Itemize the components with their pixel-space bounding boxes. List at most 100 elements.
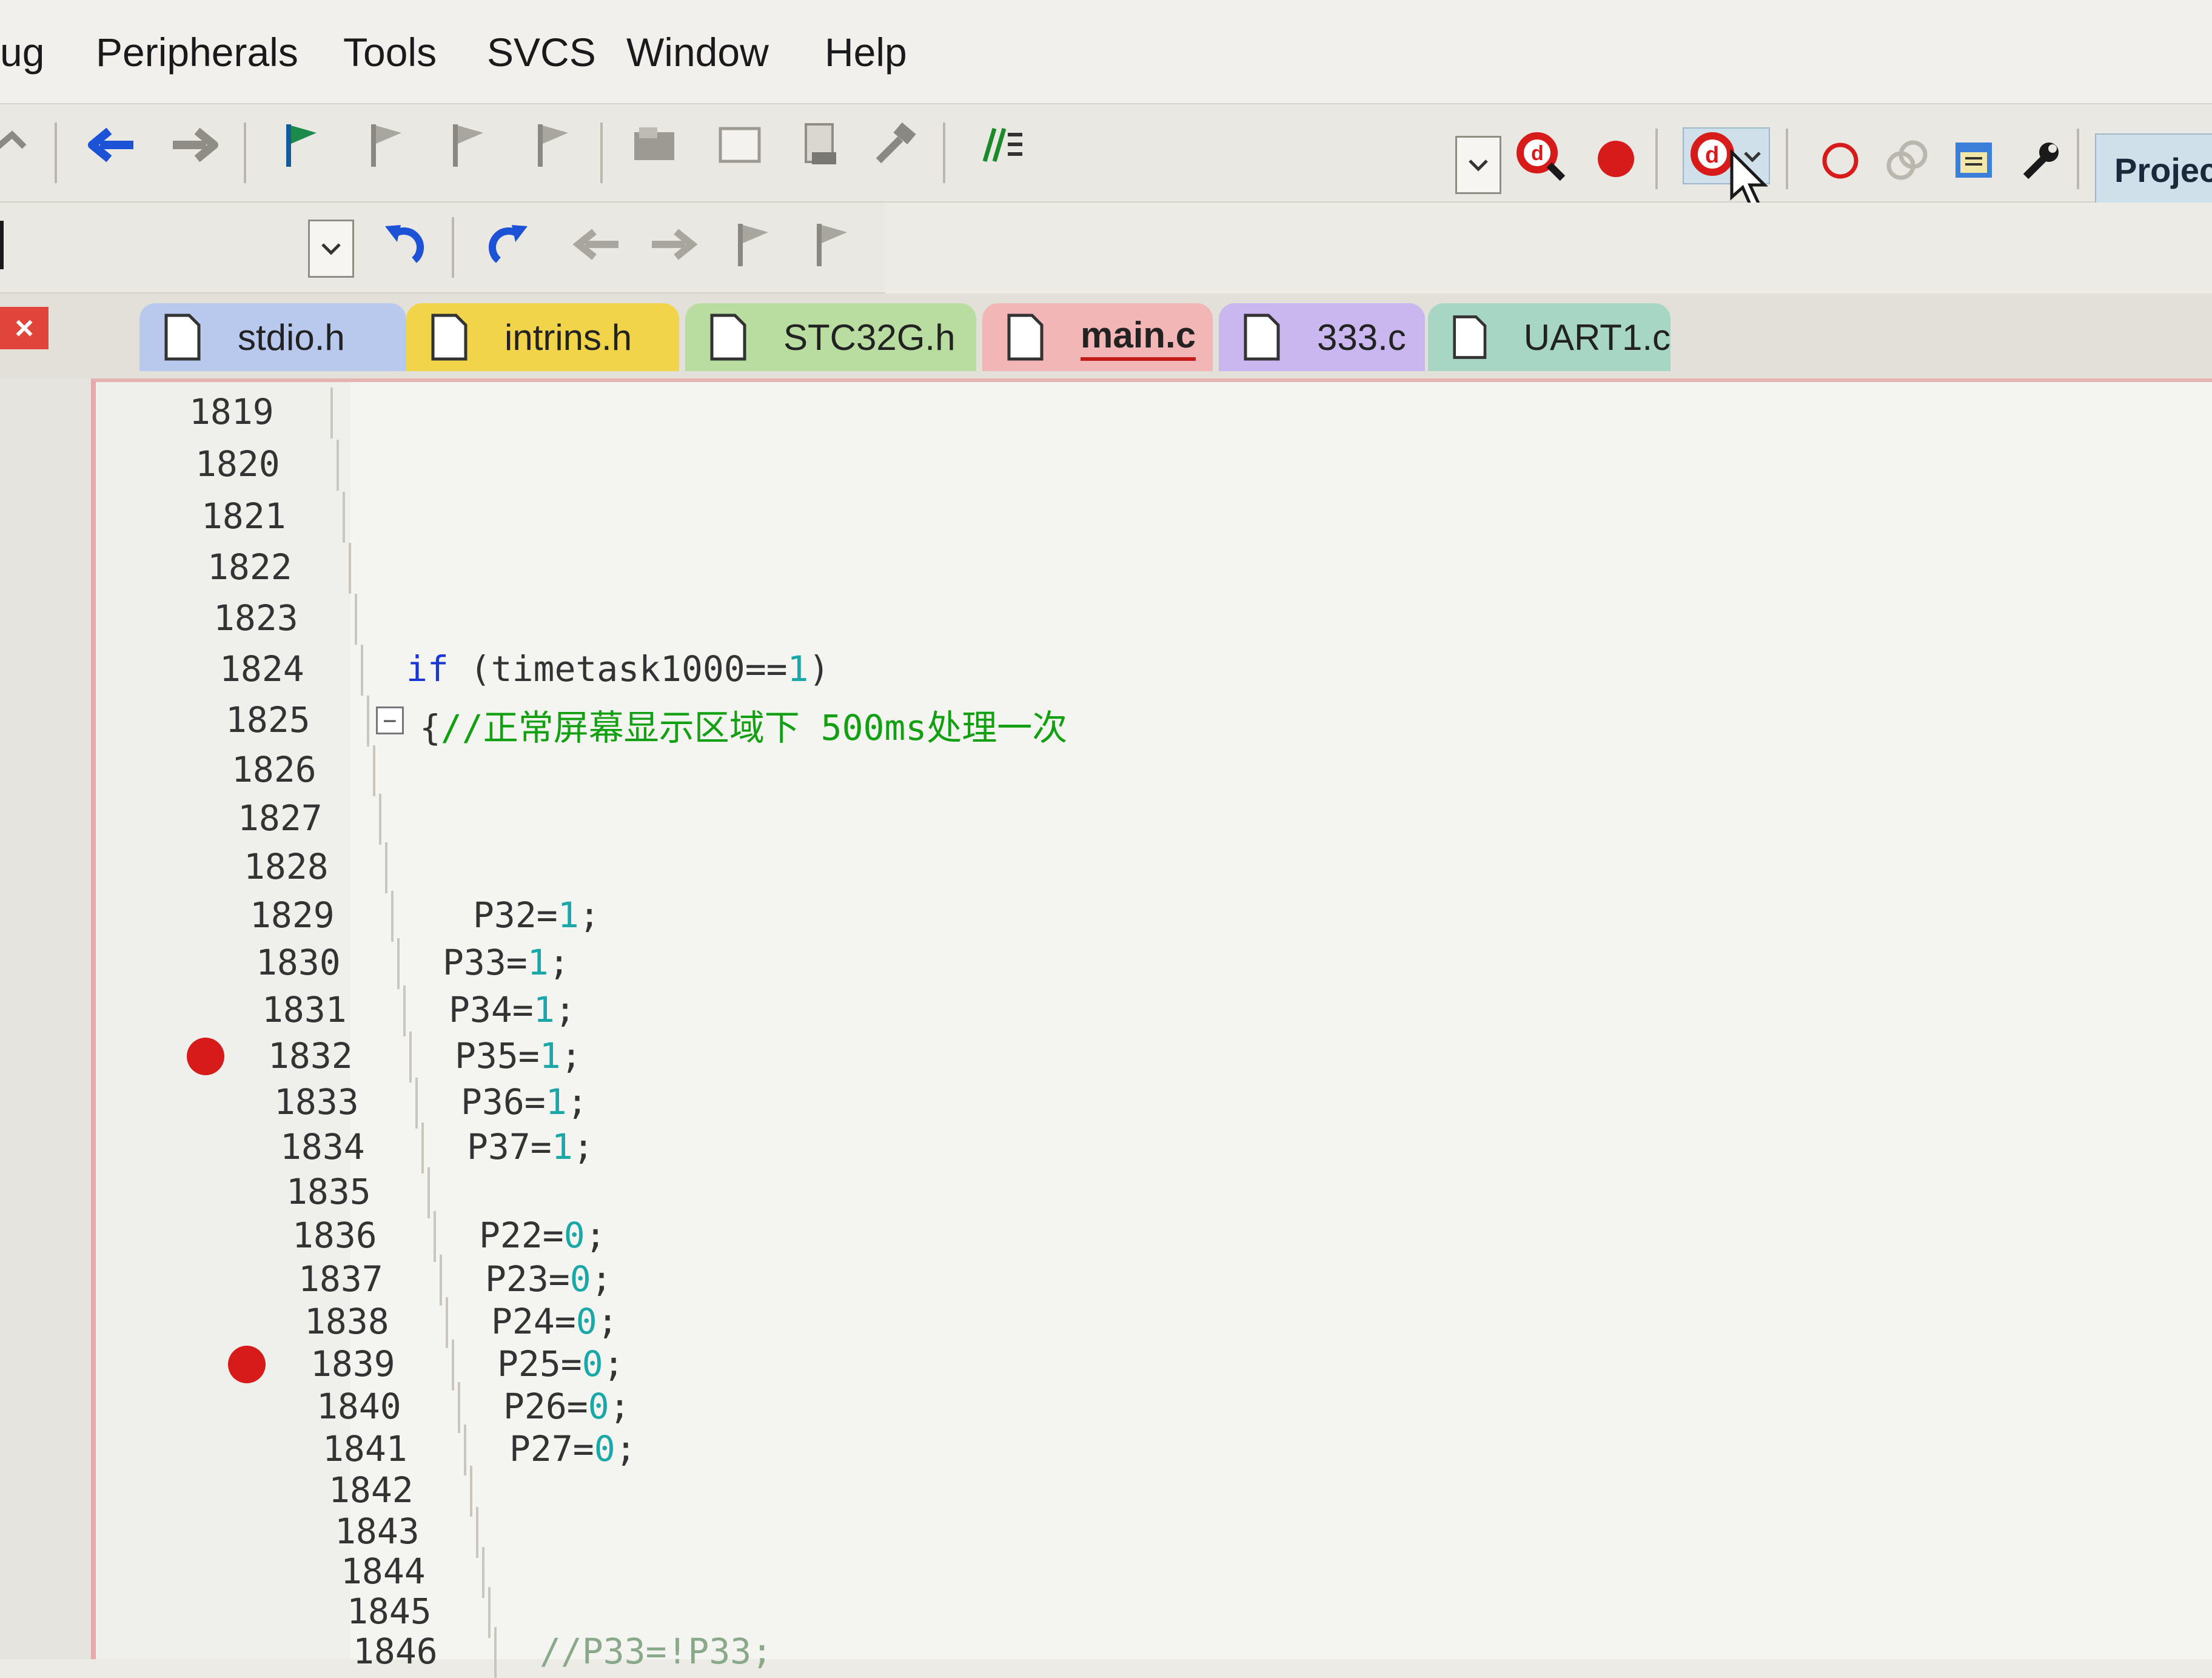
next-position-icon[interactable] <box>646 217 700 272</box>
line-number: 1836 <box>292 1215 377 1256</box>
line-number: 1819 <box>189 391 274 432</box>
indent-lines-icon[interactable] <box>973 118 1028 172</box>
bookmark-next-2-icon[interactable] <box>803 217 858 272</box>
toolbar-separator <box>452 217 454 278</box>
tab-intrins-h[interactable]: intrins.h <box>406 303 679 371</box>
code-line[interactable]: P37=1; <box>467 1126 594 1167</box>
code-line[interactable]: P35=1; <box>455 1035 582 1076</box>
tab-stc32g-h[interactable]: STC32G.h <box>685 303 976 371</box>
assign-value: 1 <box>545 1081 567 1123</box>
tab-label: UART1.c <box>1523 317 1671 358</box>
line-number: 1821 <box>201 495 286 537</box>
svg-text:d: d <box>1531 142 1544 165</box>
find-dropdown[interactable] <box>308 220 354 278</box>
assign-value: 0 <box>581 1343 603 1384</box>
tab-uart1-c[interactable]: UART1.c <box>1428 303 1671 371</box>
fold-toggle-icon[interactable]: − <box>376 706 404 734</box>
tab-333-c[interactable]: 333.c <box>1219 303 1425 371</box>
line-number: 1832 <box>268 1035 353 1076</box>
line-number: 1826 <box>232 749 317 790</box>
prev-position-icon[interactable] <box>570 217 625 272</box>
gutter-separator <box>421 1123 424 1173</box>
code-line[interactable]: if (timetask1000==1) <box>406 648 830 690</box>
statement-end: ; <box>597 1301 618 1342</box>
condition-text: (timetask1000== <box>448 648 788 690</box>
code-line[interactable]: //P33=!P33; <box>540 1631 773 1672</box>
bookmark-next-icon[interactable] <box>440 118 494 172</box>
tab-main-c[interactable]: main.c <box>982 303 1213 371</box>
navigate-forward-icon[interactable] <box>167 118 221 172</box>
bookmark-clear-icon[interactable] <box>525 118 579 172</box>
code-line[interactable]: P26=0; <box>503 1386 631 1427</box>
document-icon[interactable] <box>791 118 846 172</box>
bookmark-prev-icon[interactable] <box>358 118 412 172</box>
toolbar-separator <box>1655 129 1658 189</box>
tab-stdio-h[interactable]: stdio.h <box>139 303 406 371</box>
line-number: 1831 <box>262 989 347 1030</box>
code-line[interactable]: P22=0; <box>479 1215 606 1256</box>
condition-close: ) <box>808 648 830 690</box>
assign-value: 0 <box>594 1428 615 1469</box>
gutter-separator <box>355 594 357 645</box>
code-line[interactable]: P34=1; <box>449 989 576 1030</box>
line-number: 1846 <box>353 1631 438 1672</box>
code-line[interactable]: P25=0; <box>497 1343 625 1384</box>
statement-end: ; <box>603 1343 625 1384</box>
assign-value: 1 <box>533 989 555 1030</box>
menu-svcs[interactable]: SVCS <box>487 29 596 75</box>
gutter-separator <box>415 1078 418 1129</box>
hammer-icon[interactable] <box>867 118 922 172</box>
code-line[interactable]: P33=1; <box>443 942 570 983</box>
toolbar-separator <box>55 122 57 183</box>
breakpoint-empty-icon[interactable] <box>1813 133 1868 188</box>
menu-help[interactable]: Help <box>825 29 907 75</box>
keyword-if: if <box>406 648 449 690</box>
tab-label: main.c <box>1081 314 1196 361</box>
gutter-separator <box>427 1167 430 1218</box>
settings-wrench-icon[interactable] <box>2012 133 2066 188</box>
line-number: 1838 <box>304 1301 389 1342</box>
target-dropdown[interactable] <box>1455 136 1501 194</box>
code-line[interactable]: P23=0; <box>485 1258 612 1300</box>
gutter-separator <box>330 388 333 438</box>
line-number: 1823 <box>213 597 298 639</box>
bookmark-toggle-icon[interactable] <box>725 217 779 272</box>
code-line[interactable]: P27=0; <box>509 1428 637 1469</box>
assign-value: 0 <box>575 1301 597 1342</box>
tab-label: STC32G.h <box>783 317 956 358</box>
undo-icon[interactable] <box>376 217 431 272</box>
statement-end: ; <box>585 1215 606 1256</box>
statement-end: ; <box>554 989 576 1030</box>
code-line[interactable]: P36=1; <box>461 1081 588 1123</box>
line-number: 1843 <box>335 1511 420 1552</box>
redo-icon[interactable] <box>482 217 537 272</box>
code-editor[interactable] <box>91 378 2212 1659</box>
code-comment: //正常屏幕显示区域下 500ms处理一次 <box>440 707 1068 748</box>
menu-bar: ug Peripherals Tools SVCS Window Help <box>0 0 2212 104</box>
close-panel-button[interactable]: × <box>0 307 49 349</box>
project-window-button[interactable]: Project <box>2095 133 2212 206</box>
find-in-files-icon[interactable] <box>628 118 682 172</box>
breakpoint-marker[interactable] <box>228 1346 266 1383</box>
debug-search-icon[interactable]: d <box>1513 129 1567 183</box>
navigate-back-icon[interactable] <box>85 118 139 172</box>
breakpoint-marker[interactable] <box>187 1038 224 1075</box>
gutter-separator <box>367 696 369 747</box>
code-line[interactable]: P32=1; <box>473 894 600 936</box>
code-line[interactable]: {//正常屏幕显示区域下 500ms处理一次 <box>420 699 1067 750</box>
line-number: 1842 <box>329 1469 414 1511</box>
link-icon[interactable] <box>1880 133 1934 188</box>
menu-tools[interactable]: Tools <box>343 29 437 75</box>
code-line[interactable]: P24=0; <box>491 1301 618 1342</box>
mouse-cursor-icon <box>1722 150 1777 209</box>
gutter-separator <box>434 1211 436 1262</box>
memory-window-icon[interactable] <box>1946 133 2001 188</box>
partial-icon[interactable] <box>0 116 36 171</box>
breakpoint-insert-icon[interactable] <box>1589 132 1643 186</box>
menu-window[interactable]: Window <box>626 29 769 75</box>
menu-debug[interactable]: ug <box>0 29 44 75</box>
window-icon[interactable] <box>712 118 767 172</box>
bookmark-flag-icon[interactable] <box>273 118 327 172</box>
menu-peripherals[interactable]: Peripherals <box>96 29 298 75</box>
edit-toolbar <box>0 203 885 294</box>
